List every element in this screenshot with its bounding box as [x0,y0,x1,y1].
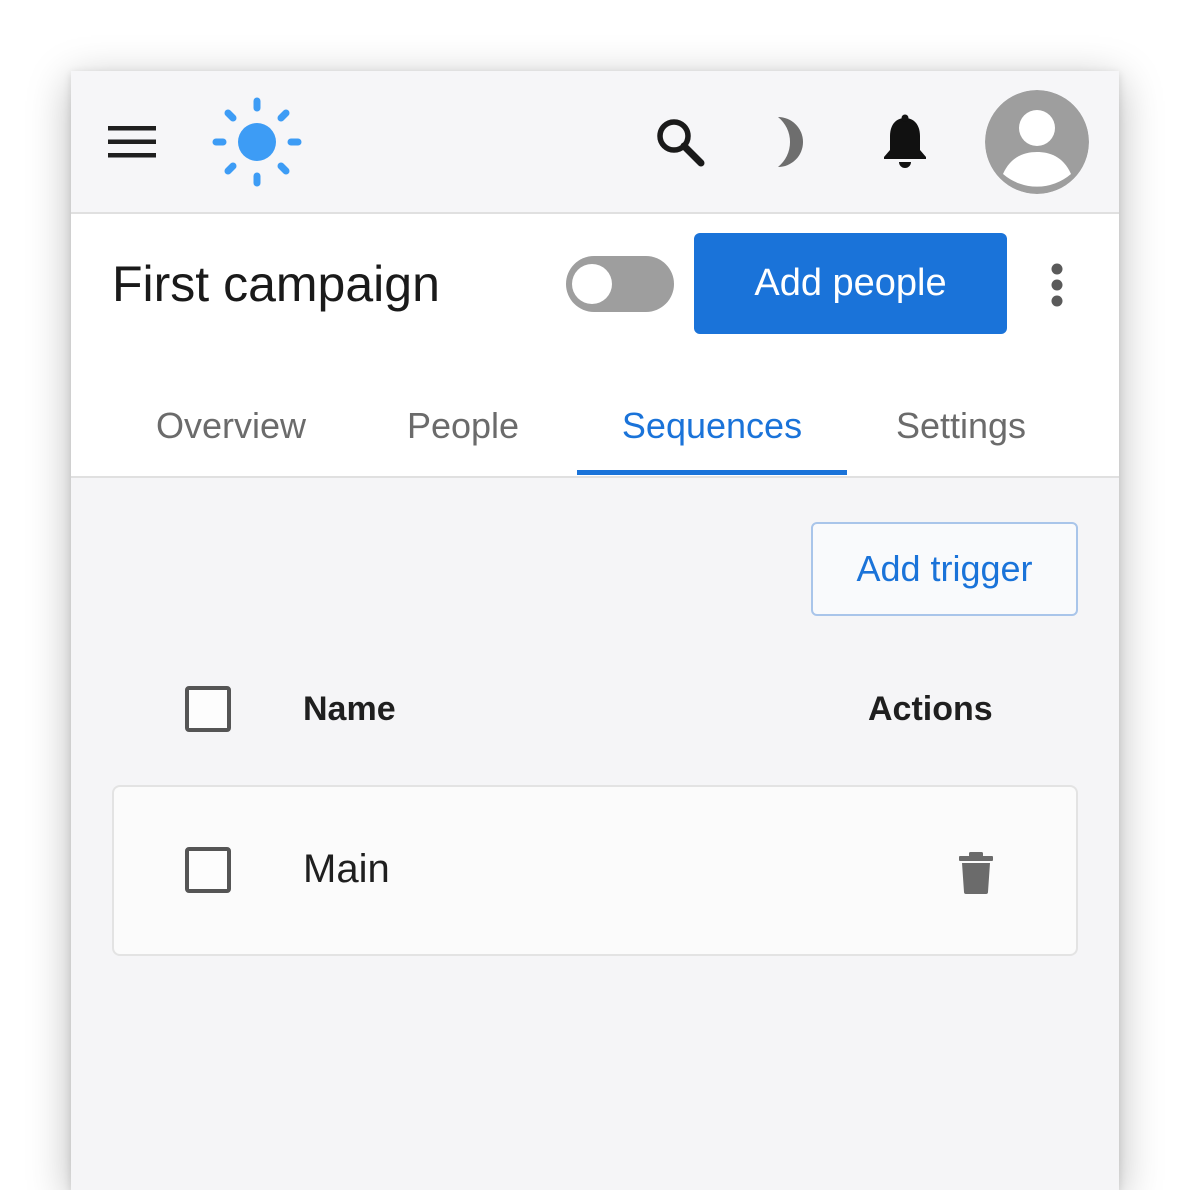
campaign-header: First campaign Add people Overview Peopl… [71,214,1119,478]
table-row: Main [112,785,1078,956]
tab-settings[interactable]: Settings [871,374,1051,478]
select-all-checkbox[interactable] [185,686,231,732]
page-title: First campaign [112,256,440,312]
campaign-active-toggle[interactable] [566,256,674,312]
column-header-name: Name [303,690,396,728]
sun-icon [211,96,303,188]
more-vert-icon[interactable] [1031,254,1083,316]
account-circle-icon[interactable] [985,90,1089,194]
app-bar [71,71,1119,214]
trash-icon[interactable] [946,845,1006,901]
toggle-knob [572,264,612,304]
tab-sequences[interactable]: Sequences [577,374,847,478]
app-window: First campaign Add people Overview Peopl… [71,71,1119,1190]
row-name: Main [303,847,390,891]
menu-icon[interactable] [101,111,163,173]
column-header-actions: Actions [868,690,993,728]
search-icon[interactable] [649,111,711,173]
add-trigger-button[interactable]: Add trigger [811,522,1078,616]
bell-icon[interactable] [874,111,936,173]
sequences-panel: Add trigger Name Actions Main [71,480,1119,1190]
tab-bar: Overview People Sequences Settings [71,374,1119,478]
active-tab-indicator [577,470,847,475]
tab-people[interactable]: People [373,374,553,478]
row-checkbox[interactable] [185,847,231,893]
moon-icon[interactable] [761,111,823,173]
tab-overview[interactable]: Overview [131,374,331,478]
add-people-button[interactable]: Add people [694,233,1007,334]
